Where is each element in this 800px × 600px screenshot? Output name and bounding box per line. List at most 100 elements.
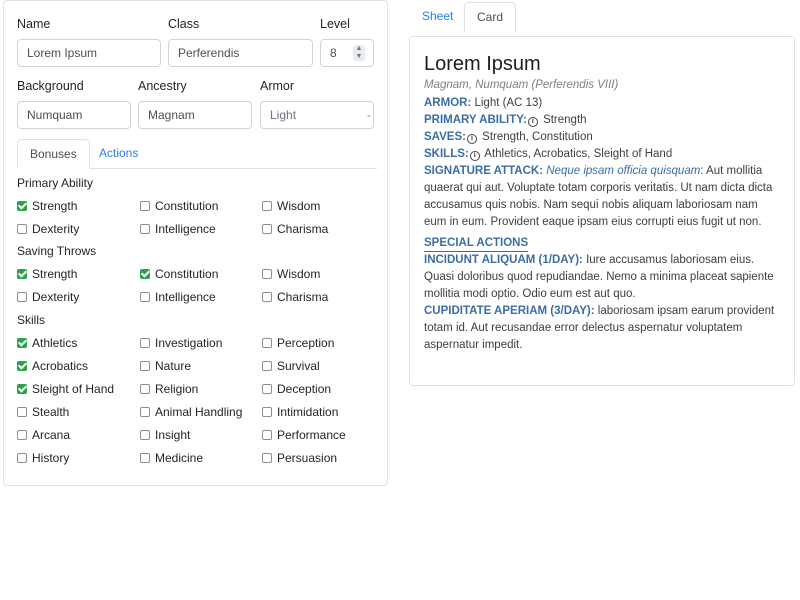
- skills-option[interactable]: Insight: [140, 428, 190, 442]
- skills-option[interactable]: Arcana: [17, 428, 70, 442]
- checkbox-icon[interactable]: [140, 407, 150, 417]
- checkbox-icon[interactable]: [140, 224, 150, 234]
- checkbox-checked-icon[interactable]: [17, 269, 27, 279]
- saving-throws-option[interactable]: Charisma: [262, 290, 328, 304]
- skills-keyword: SKILLS:: [424, 148, 469, 160]
- level-input[interactable]: 8 ▲ ▼: [320, 39, 374, 67]
- skills-option[interactable]: Intimidation: [262, 405, 338, 419]
- skills-option[interactable]: Deception: [262, 382, 331, 396]
- checkbox-icon[interactable]: [262, 269, 272, 279]
- checkbox-icon[interactable]: [17, 292, 27, 302]
- option-label: Constitution: [155, 199, 219, 213]
- skills-option[interactable]: Medicine: [140, 451, 203, 465]
- skills-option[interactable]: Religion: [140, 382, 198, 396]
- card-signature-attack: SIGNATURE ATTACK: Neque ipsam officia qu…: [424, 163, 780, 231]
- armor-select[interactable]: Light -: [260, 101, 374, 129]
- checkbox-icon[interactable]: [140, 361, 150, 371]
- skills-option[interactable]: Perception: [262, 336, 334, 350]
- primary-ability-option[interactable]: Dexterity: [17, 222, 79, 236]
- info-icon[interactable]: i: [469, 151, 480, 161]
- level-stepper-icon[interactable]: ▲ ▼: [353, 45, 365, 61]
- level-value: 8: [330, 46, 337, 60]
- checkbox-checked-icon[interactable]: [17, 201, 27, 211]
- tab-card[interactable]: Card: [464, 2, 517, 32]
- option-label: Athletics: [32, 336, 78, 350]
- info-icon[interactable]: i: [466, 134, 477, 144]
- saving-throws-option[interactable]: Dexterity: [17, 290, 79, 304]
- primary-ability-title: Primary Ability: [17, 176, 94, 190]
- character-card: Lorem Ipsum Magnam, Numquam (Perferendis…: [409, 36, 795, 386]
- option-label: Arcana: [32, 428, 71, 442]
- ancestry-input[interactable]: Magnam: [138, 101, 252, 129]
- checkbox-icon[interactable]: [140, 384, 150, 394]
- checkbox-icon[interactable]: [140, 338, 150, 348]
- checkbox-icon[interactable]: [262, 361, 272, 371]
- checkbox-icon[interactable]: [17, 430, 27, 440]
- checkbox-icon[interactable]: [262, 201, 272, 211]
- tab-actions[interactable]: Actions: [87, 139, 150, 169]
- primary-ability-option[interactable]: Strength: [17, 199, 77, 213]
- option-label: Nature: [155, 359, 192, 373]
- checkbox-icon[interactable]: [17, 407, 27, 417]
- option-label: History: [32, 451, 70, 465]
- option-label: Performance: [277, 428, 346, 442]
- saving-throws-title: Saving Throws: [17, 244, 97, 258]
- checkbox-icon[interactable]: [262, 384, 272, 394]
- primary-ability-option[interactable]: Intelligence: [140, 222, 216, 236]
- option-label: Intelligence: [155, 290, 216, 304]
- skills-option[interactable]: Nature: [140, 359, 191, 373]
- checkbox-icon[interactable]: [17, 224, 27, 234]
- saving-throws-option[interactable]: Wisdom: [262, 267, 320, 281]
- saving-throws-option[interactable]: Intelligence: [140, 290, 216, 304]
- class-input[interactable]: Perferendis: [168, 39, 313, 67]
- skills-option[interactable]: Sleight of Hand: [17, 382, 114, 396]
- skills-option[interactable]: Persuasion: [262, 451, 337, 465]
- option-label: Animal Handling: [155, 405, 243, 419]
- checkbox-icon[interactable]: [262, 224, 272, 234]
- class-label: Class: [168, 17, 200, 31]
- special-actions-heading: SPECIAL ACTIONS: [424, 235, 529, 252]
- checkbox-checked-icon[interactable]: [17, 384, 27, 394]
- checkbox-icon[interactable]: [262, 407, 272, 417]
- option-label: Stealth: [32, 405, 70, 419]
- skills-option[interactable]: Animal Handling: [140, 405, 242, 419]
- info-icon[interactable]: i: [527, 117, 538, 127]
- checkbox-icon[interactable]: [140, 292, 150, 302]
- skills-option[interactable]: Acrobatics: [17, 359, 88, 373]
- saves-keyword: SAVES:: [424, 131, 466, 143]
- primary-ability-option[interactable]: Constitution: [140, 199, 218, 213]
- skills-option[interactable]: Performance: [262, 428, 346, 442]
- level-label: Level: [320, 17, 350, 31]
- skills-option[interactable]: Survival: [262, 359, 320, 373]
- checkbox-checked-icon[interactable]: [17, 361, 27, 371]
- checkbox-icon[interactable]: [140, 453, 150, 463]
- name-input[interactable]: Lorem Ipsum: [17, 39, 161, 67]
- checkbox-icon[interactable]: [262, 338, 272, 348]
- saving-throws-option[interactable]: Constitution: [140, 267, 218, 281]
- tab-bonuses[interactable]: Bonuses: [17, 139, 90, 169]
- primary-ability-option[interactable]: Charisma: [262, 222, 328, 236]
- skills-option[interactable]: Athletics: [17, 336, 77, 350]
- card-skills: SKILLS: i Athletics, Acrobatics, Sleight …: [424, 146, 780, 163]
- card-name: Lorem Ipsum: [424, 53, 541, 75]
- option-label: Charisma: [277, 222, 329, 236]
- checkbox-checked-icon[interactable]: [17, 338, 27, 348]
- skills-option[interactable]: Stealth: [17, 405, 69, 419]
- skills-option[interactable]: History: [17, 451, 69, 465]
- option-label: Wisdom: [277, 199, 321, 213]
- action-2-keyword: CUPIDITATE APERIAM (3/DAY):: [424, 305, 595, 317]
- saving-throws-option[interactable]: Strength: [17, 267, 77, 281]
- checkbox-icon[interactable]: [262, 292, 272, 302]
- checkbox-icon[interactable]: [262, 453, 272, 463]
- armor-text: Light (AC 13): [471, 97, 543, 109]
- checkbox-icon[interactable]: [140, 201, 150, 211]
- checkbox-icon[interactable]: [140, 430, 150, 440]
- primary-ability-option[interactable]: Wisdom: [262, 199, 320, 213]
- checkbox-icon[interactable]: [262, 430, 272, 440]
- option-label: Perception: [277, 336, 335, 350]
- background-input[interactable]: Numquam: [17, 101, 131, 129]
- checkbox-checked-icon[interactable]: [140, 269, 150, 279]
- checkbox-icon[interactable]: [17, 453, 27, 463]
- tab-sheet[interactable]: Sheet: [410, 2, 465, 32]
- skills-option[interactable]: Investigation: [140, 336, 222, 350]
